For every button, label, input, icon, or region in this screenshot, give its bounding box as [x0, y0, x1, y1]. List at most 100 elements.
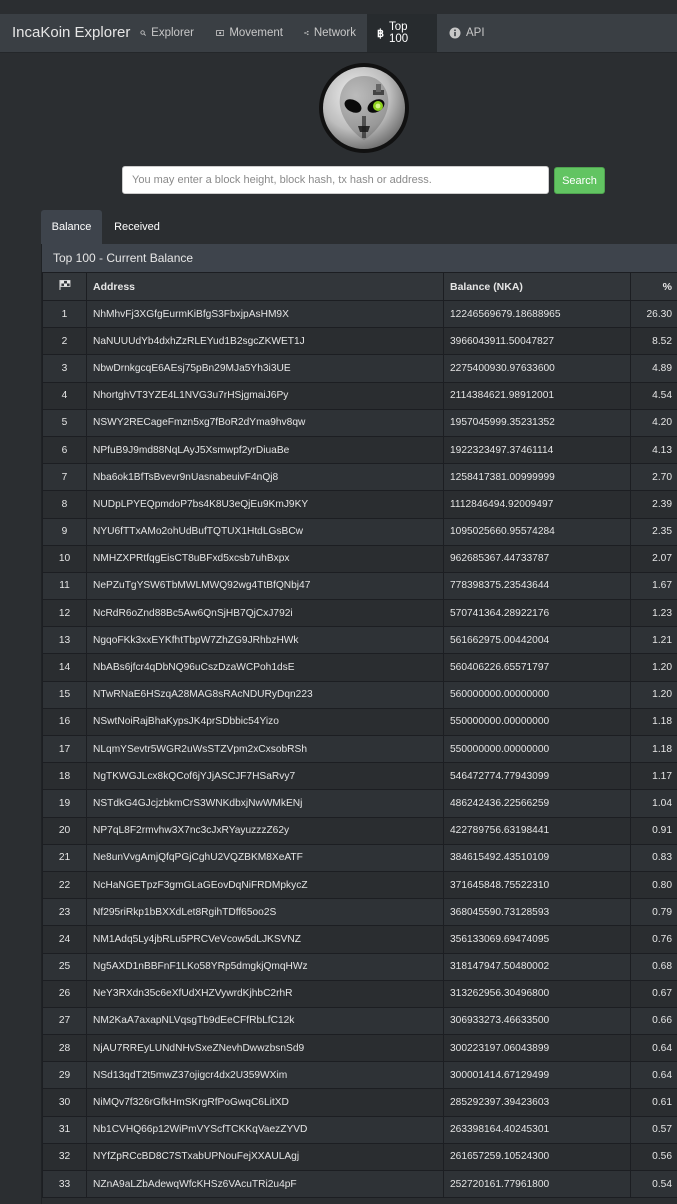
address-link[interactable]: NMHZXPRtfqgEisCT8uBFxd5xcsb7uhBxpx	[87, 545, 444, 572]
balance-cell: 263398164.40245301	[444, 1116, 631, 1143]
address-link[interactable]: Ng5AXD1nBBFnF1LKo58YRp5dmgkjQmqHWz	[87, 953, 444, 980]
rank-cell: 1	[43, 301, 87, 328]
address-link[interactable]: NSd13qdT2t5mwZ37ojigcr4dx2U359WXim	[87, 1062, 444, 1089]
table-row: 13NgqoFKk3xxEYKfhtTbpW7ZhZG9JRhbzHWk5616…	[43, 627, 677, 654]
share-icon	[304, 27, 309, 39]
address-link[interactable]: NYU6fTTxAMo2ohUdBufTQTUX1HtdLGsBCw	[87, 518, 444, 545]
nav-explorer[interactable]: Explorer	[130, 14, 204, 52]
table-row: 24NM1Adq5Ly4jbRLu5PRCVeVcow5dLJKSVNZ3561…	[43, 926, 677, 953]
table-row: 19NSTdkG4GJcjzbkmCrS3WNKdbxjNwWMkENj4862…	[43, 790, 677, 817]
table-row: 23Nf295riRkp1bBXXdLet8RgihTDff65oo2S3680…	[43, 899, 677, 926]
balance-cell: 252720161.77961800	[444, 1171, 631, 1198]
percent-header: %	[631, 273, 677, 301]
address-link[interactable]: NSwtNoiRajBhaKypsJK4prSDbbic54Yizo	[87, 708, 444, 735]
balance-cell: 550000000.00000000	[444, 708, 631, 735]
brand[interactable]: IncaKoin Explorer	[0, 14, 142, 52]
balance-cell: 1922323497.37461114	[444, 436, 631, 463]
address-link[interactable]: NgqoFKk3xxEYKfhtTbpW7ZhZG9JRhbzHWk	[87, 627, 444, 654]
balance-cell: 318147947.50480002	[444, 953, 631, 980]
balance-cell: 1095025660.95574284	[444, 518, 631, 545]
balance-cell: 356133069.69474095	[444, 926, 631, 953]
tab-received[interactable]: Received	[106, 210, 168, 244]
percent-cell: 1.67	[631, 572, 677, 599]
address-link[interactable]: NhortghVT3YZE4L1NVG3u7rHSjgmaiJ6Py	[87, 382, 444, 409]
table-row: 33NZnA9aLZbAdewqWfcKHSz6VAcuTRi2u4pF2527…	[43, 1171, 677, 1198]
rank-cell: 4	[43, 382, 87, 409]
address-link[interactable]: NbwDrnkgcqE6AEsj75pBn29MJa5Yh3i3UE	[87, 355, 444, 382]
balance-cell: 306933273.46633500	[444, 1007, 631, 1034]
table-row: 27NM2KaA7axapNLVqsgTb9dEeCFfRbLfC12k3069…	[43, 1007, 677, 1034]
search-button[interactable]: Search	[554, 167, 605, 194]
address-link[interactable]: NLqmYSevtr5WGR2uWsSTZVpm2xCxsobRSh	[87, 736, 444, 763]
address-link[interactable]: NSTdkG4GJcjzbkmCrS3WNKdbxjNwWMkENj	[87, 790, 444, 817]
percent-cell: 1.23	[631, 600, 677, 627]
address-header: Address	[87, 273, 444, 301]
nav-api[interactable]: API	[439, 14, 495, 52]
percent-cell: 4.13	[631, 436, 677, 463]
nav-movement[interactable]: Movement	[206, 14, 293, 52]
rank-cell: 24	[43, 926, 87, 953]
percent-cell: 4.54	[631, 382, 677, 409]
balance-cell: 560406226.65571797	[444, 654, 631, 681]
address-link[interactable]: NgTKWGJLcx8kQCof6jYJjASCJF7HSaRvy7	[87, 763, 444, 790]
balance-cell: 3966043911.50047827	[444, 328, 631, 355]
balance-cell: 368045590.73128593	[444, 899, 631, 926]
percent-cell: 1.20	[631, 654, 677, 681]
balance-cell: 1957045999.35231352	[444, 409, 631, 436]
address-link[interactable]: Nba6ok1BfTsBvevr9nUasnabeuivF4nQj8	[87, 464, 444, 491]
address-link[interactable]: Nb1CVHQ66p12WiPmVYScfTCKKqVaezZYVD	[87, 1116, 444, 1143]
address-link[interactable]: NjAU7RREyLUNdNHvSxeZNevhDwwzbsnSd9	[87, 1035, 444, 1062]
address-link[interactable]: NYfZpRCcBD8C7STxabUPNouFejXXAULAgj	[87, 1143, 444, 1170]
address-link[interactable]: NePZuTgYSW6TbMWLMWQ92wg4TtBfQNbj47	[87, 572, 444, 599]
table-row: 6NPfuB9J9md88NqLAyJ5Xsmwpf2yrDiuaBe19223…	[43, 436, 677, 463]
address-link[interactable]: NaNUUUdYb4dxhZzRLEYud1B2sgcZKWET1J	[87, 328, 444, 355]
table-row: 20NP7qL8F2rmvhw3X7nc3cJxRYayuzzzZ62y4227…	[43, 817, 677, 844]
balance-cell: 561662975.00442004	[444, 627, 631, 654]
balance-cell: 313262956.30496800	[444, 980, 631, 1007]
rank-cell: 19	[43, 790, 87, 817]
address-link[interactable]: NM1Adq5Ly4jbRLu5PRCVeVcow5dLJKSVNZ	[87, 926, 444, 953]
rank-cell: 20	[43, 817, 87, 844]
nav-top100[interactable]: ฿ Top 100	[367, 14, 437, 52]
balance-cell: 570741364.28922176	[444, 600, 631, 627]
percent-cell: 0.79	[631, 899, 677, 926]
tab-balance[interactable]: Balance	[41, 210, 102, 244]
address-link[interactable]: NTwRNaE6HSzqA28MAG8sRAcNDURyDqn223	[87, 681, 444, 708]
table-row: 12NcRdR6oZnd88Bc5Aw6QnSjHB7QjCxJ792i5707…	[43, 600, 677, 627]
address-link[interactable]: NcRdR6oZnd88Bc5Aw6QnSjHB7QjCxJ792i	[87, 600, 444, 627]
percent-cell: 0.83	[631, 844, 677, 871]
address-link[interactable]: NeY3RXdn35c6eXfUdXHZVywrdKjhbC2rhR	[87, 980, 444, 1007]
balance-cell: 486242436.22566259	[444, 790, 631, 817]
table-row: 7Nba6ok1BfTsBvevr9nUasnabeuivF4nQj812584…	[43, 464, 677, 491]
rank-cell: 31	[43, 1116, 87, 1143]
address-link[interactable]: Ne8unVvgAmjQfqPGjCghU2VQZBKM8XeATF	[87, 844, 444, 871]
address-link[interactable]: NhMhvFj3XGfgEurmKiBfgS3FbxjpAsHM9X	[87, 301, 444, 328]
address-link[interactable]: NbABs6jfcr4qDbNQ96uCszDzaWCPoh1dsE	[87, 654, 444, 681]
percent-cell: 0.64	[631, 1035, 677, 1062]
table-row: 31Nb1CVHQ66p12WiPmVYScfTCKKqVaezZYVD2633…	[43, 1116, 677, 1143]
rank-cell: 2	[43, 328, 87, 355]
address-link[interactable]: NM2KaA7axapNLVqsgTb9dEeCFfRbLfC12k	[87, 1007, 444, 1034]
address-link[interactable]: NcHaNGETpzF3gmGLaGEovDqNiFRDMpkycZ	[87, 871, 444, 898]
address-link[interactable]: NPfuB9J9md88NqLAyJ5Xsmwpf2yrDiuaBe	[87, 436, 444, 463]
address-link[interactable]: Nf295riRkp1bBXXdLet8RgihTDff65oo2S	[87, 899, 444, 926]
rank-cell: 5	[43, 409, 87, 436]
address-link[interactable]: NUDpLPYEQpmdoP7bs4K8U3eQjEu9KmJ9KY	[87, 491, 444, 518]
rank-cell: 22	[43, 871, 87, 898]
nav-network[interactable]: Network	[294, 14, 366, 52]
rank-cell: 23	[43, 899, 87, 926]
address-link[interactable]: NZnA9aLZbAdewqWfcKHSz6VAcuTRi2u4pF	[87, 1171, 444, 1198]
panel-title: Top 100 - Current Balance	[42, 244, 677, 272]
rank-cell: 14	[43, 654, 87, 681]
address-link[interactable]: NiMQv7f326rGfkHmSKrgRfPoGwqC6LitXD	[87, 1089, 444, 1116]
nav-network-label: Network	[314, 27, 356, 39]
address-link[interactable]: NP7qL8F2rmvhw3X7nc3cJxRYayuzzzZ62y	[87, 817, 444, 844]
search-input[interactable]	[122, 166, 549, 194]
percent-cell: 0.66	[631, 1007, 677, 1034]
table-row: 10NMHZXPRtfqgEisCT8uBFxd5xcsb7uhBxpx9626…	[43, 545, 677, 572]
percent-cell: 26.30	[631, 301, 677, 328]
balance-cell: 384615492.43510109	[444, 844, 631, 871]
percent-cell: 1.04	[631, 790, 677, 817]
balance-cell: 962685367.44733787	[444, 545, 631, 572]
address-link[interactable]: NSWY2RECageFmzn5xg7fBoR2dYma9hv8qw	[87, 409, 444, 436]
